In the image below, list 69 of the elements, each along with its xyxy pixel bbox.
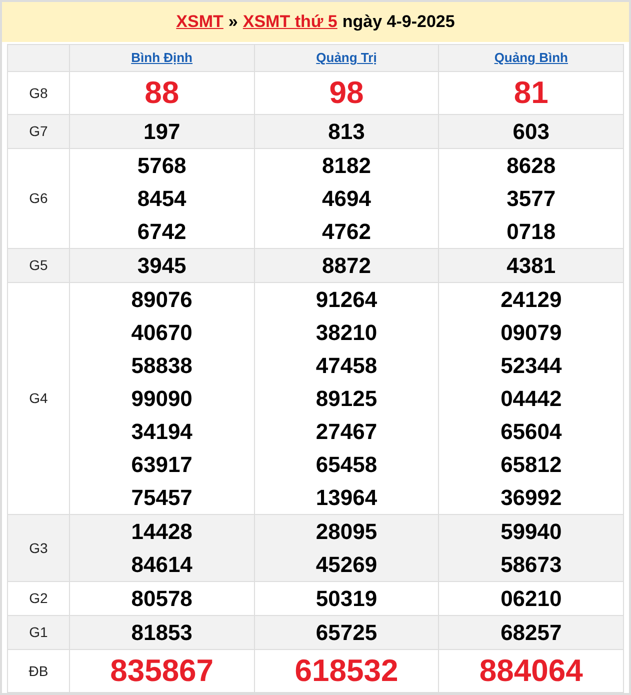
result-number: 89076 xyxy=(130,286,194,314)
result-number: 813 xyxy=(327,118,366,146)
result-number: 14428 xyxy=(130,518,194,546)
result-number: 58673 xyxy=(500,551,563,579)
result-number: 34194 xyxy=(130,418,194,446)
result-number: 65604 xyxy=(500,418,563,446)
result-number: 38210 xyxy=(314,319,378,347)
result-number: 99090 xyxy=(130,385,194,413)
result-number: 28095 xyxy=(314,518,378,546)
result-number: 8628 xyxy=(506,152,557,180)
result-number: 4762 xyxy=(321,218,372,246)
result-number: 68257 xyxy=(500,619,563,647)
result-number: 09079 xyxy=(500,319,563,347)
result-number: 3945 xyxy=(136,252,188,280)
title-text: » xyxy=(228,11,238,34)
result-number: 36992 xyxy=(500,484,563,512)
result-number: 197 xyxy=(142,118,182,146)
result-number: 603 xyxy=(512,118,551,146)
result-number: 65812 xyxy=(500,451,563,479)
prize-label: G1 xyxy=(29,624,48,640)
result-number: 80578 xyxy=(130,585,194,613)
result-number: 65725 xyxy=(314,619,378,647)
result-number: 3577 xyxy=(506,185,557,213)
result-number: 63917 xyxy=(130,451,194,479)
title-link[interactable]: XSMT xyxy=(176,9,224,35)
result-number: 5768 xyxy=(136,152,188,180)
prize-label: G5 xyxy=(29,257,48,273)
result-number: 81853 xyxy=(130,619,194,647)
result-number: 65458 xyxy=(314,451,378,479)
prize-label: G7 xyxy=(29,123,48,139)
prize-label: ĐB xyxy=(28,662,48,678)
result-number: 52344 xyxy=(500,352,563,380)
result-number: 4381 xyxy=(506,252,557,280)
result-number: 8872 xyxy=(321,252,372,280)
result-number: 6742 xyxy=(136,218,188,246)
province-link[interactable]: Quảng Trị xyxy=(316,50,377,66)
prize-label: G8 xyxy=(29,84,48,100)
prize-label: G3 xyxy=(29,540,48,556)
prize-label: G2 xyxy=(29,590,48,606)
result-number: 8182 xyxy=(321,152,372,180)
title-text: ngày 4-9-2025 xyxy=(342,11,455,34)
result-number: 835867 xyxy=(109,652,215,690)
result-number: 98 xyxy=(328,74,365,112)
result-number: 47458 xyxy=(314,352,378,380)
result-number: 4694 xyxy=(321,185,372,213)
result-number: 84614 xyxy=(130,551,194,579)
result-number: 75457 xyxy=(130,484,194,512)
result-number: 27467 xyxy=(314,418,378,446)
title-link[interactable]: XSMT thứ 5 xyxy=(242,9,338,35)
result-number: 24129 xyxy=(500,286,563,314)
result-number: 81 xyxy=(512,74,550,112)
prize-label: G4 xyxy=(29,390,48,406)
result-number: 58838 xyxy=(130,352,194,380)
result-number: 50319 xyxy=(314,585,378,613)
result-number: 88 xyxy=(144,74,180,112)
prize-label: G6 xyxy=(29,190,48,206)
result-number: 89125 xyxy=(314,385,378,413)
province-link[interactable]: Bình Định xyxy=(131,50,193,66)
result-number: 13964 xyxy=(314,484,378,512)
result-number: 618532 xyxy=(294,652,400,690)
result-number: 04442 xyxy=(500,385,563,413)
result-number: 06210 xyxy=(500,585,563,613)
result-number: 0718 xyxy=(506,218,557,246)
result-number: 8454 xyxy=(136,185,188,213)
result-number: 45269 xyxy=(314,551,378,579)
result-number: 59940 xyxy=(500,518,563,546)
result-number: 40670 xyxy=(130,319,194,347)
result-number: 884064 xyxy=(478,652,584,690)
result-number: 91264 xyxy=(314,286,378,314)
